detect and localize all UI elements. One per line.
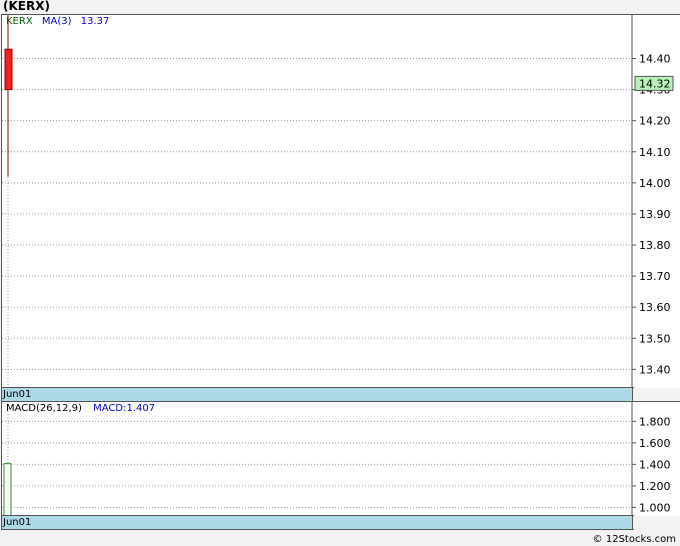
legend-ma-label: MA(3) [41,16,72,27]
price-date-bar-end [632,388,680,401]
legend-symbol: KERX [6,16,33,27]
macd-bar [3,463,12,517]
y-tick-label: 14.20 [639,115,671,128]
price-legend: KERX MA(3) 13.37 [6,16,109,27]
y-tick-label: 13.70 [639,270,671,283]
y-tick-label: 1.200 [639,480,671,493]
price-panel: 14.4014.3014.2014.1014.0013.9013.8013.70… [1,14,680,389]
current-price-label: 14.32 [639,77,671,90]
y-tick-label: 1.600 [639,437,671,450]
macd-legend-value: MACD:1.407 [93,403,156,414]
watermark: © 12Stocks.com [592,534,676,545]
y-tick-label: 13.50 [639,332,671,345]
macd-chart: 1.800 1.600 1.400 1.200 1.000 [2,402,671,517]
y-tick-label: 1.800 [639,415,671,428]
y-tick-label: 13.80 [639,239,671,252]
y-tick-label: 14.00 [639,177,671,190]
macd-panel: 1.800 1.600 1.400 1.200 1.000 MACD(26,12,9) … [1,401,680,517]
macd-date-label: Jun01 [3,517,32,528]
macd-legend: MACD(26,12,9) MACD:1.407 [6,403,155,414]
legend-ma-value: 13.37 [80,16,110,27]
y-tick-label: 14.40 [639,53,671,66]
y-tick-label: 1.400 [639,458,671,471]
macd-legend-label: MACD(26,12,9) [6,403,82,414]
price-date-label: Jun01 [3,389,32,400]
y-tick-label: 13.90 [639,208,671,221]
macd-date-bar: Jun01 [1,515,634,530]
candle-body [4,48,13,91]
y-tick-label: 13.40 [639,363,671,376]
price-chart: 14.4014.3014.2014.1014.0013.9013.8013.70… [2,15,674,388]
chart-title: (KERX) [3,0,50,13]
y-tick-label: 14.10 [639,146,671,159]
y-tick-label: 1.000 [639,501,671,514]
price-date-bar: Jun01 [1,387,634,402]
y-tick-label: 13.60 [639,301,671,314]
macd-date-bar-end [632,516,680,529]
